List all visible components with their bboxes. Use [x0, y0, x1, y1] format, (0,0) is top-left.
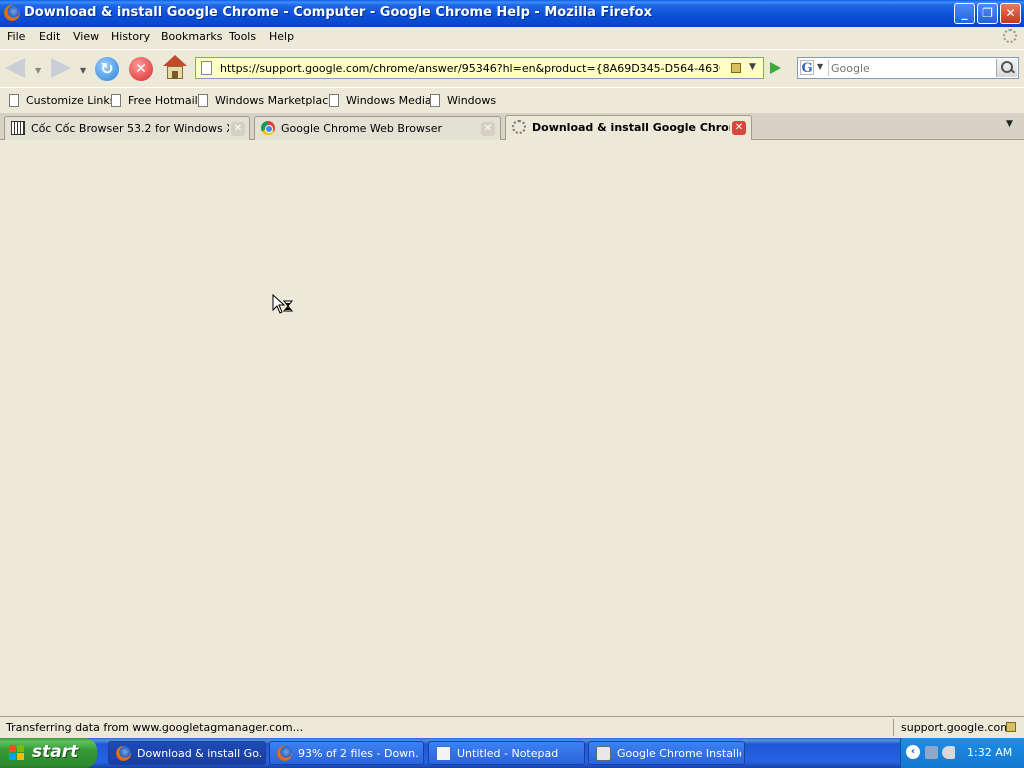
page-icon	[198, 94, 208, 107]
search-input[interactable]	[828, 60, 997, 76]
menu-edit[interactable]: Edit	[39, 30, 60, 43]
menu-help[interactable]: Help	[269, 30, 294, 43]
volume-icon[interactable]	[942, 746, 955, 759]
forward-arrow-icon[interactable]	[51, 58, 71, 78]
page-icon	[430, 94, 440, 107]
tab-label: Download & install Google Chrom...	[532, 121, 730, 134]
task-label: Google Chrome Installer	[617, 747, 741, 760]
title-bar[interactable]: Download & install Google Chrome - Compu…	[0, 0, 1024, 27]
restore-button[interactable]: ❐	[977, 3, 998, 24]
firefox-icon	[116, 746, 131, 761]
engine-dropdown-icon[interactable]: ▼	[817, 62, 823, 71]
menu-history[interactable]: History	[111, 30, 150, 43]
status-domain: support.google.com	[901, 721, 1011, 734]
go-arrow-icon[interactable]	[770, 62, 781, 74]
bookmark-label: Windows	[447, 94, 497, 107]
stop-icon[interactable]: ✕	[129, 57, 153, 81]
page-icon	[111, 94, 121, 107]
taskbar-button-notepad[interactable]: Untitled - Notepad	[428, 741, 585, 765]
address-bar[interactable]: https://support.google.com/chrome/answer…	[195, 57, 764, 79]
menu-bar: File Edit View History Bookmarks Tools H…	[0, 27, 1024, 48]
bookmarks-toolbar: Customize Links Free Hotmail Windows Mar…	[0, 87, 1024, 114]
tab-label: Google Chrome Web Browser	[281, 122, 442, 135]
menu-file[interactable]: File	[7, 30, 25, 43]
url-history-dropdown-icon[interactable]: ▼	[749, 62, 756, 72]
forward-history-dropdown-icon[interactable]: ▼	[80, 66, 86, 75]
taskbar-button-firefox-download-install[interactable]: Download & install Go...	[108, 741, 266, 765]
menu-tools[interactable]: Tools	[229, 30, 256, 43]
system-tray: ‹ 1:32 AM	[900, 738, 1024, 768]
lock-icon[interactable]	[1006, 722, 1016, 732]
page-content[interactable]	[0, 141, 1024, 716]
search-box[interactable]: G ▼	[797, 57, 1019, 79]
start-button[interactable]: start	[0, 738, 97, 768]
page-icon	[201, 61, 212, 75]
activity-throbber-icon	[1003, 29, 1017, 43]
lock-icon[interactable]	[731, 63, 741, 73]
tab-close-icon[interactable]: ✕	[231, 122, 245, 136]
home-icon[interactable]	[163, 55, 187, 81]
tab-list-dropdown-icon[interactable]: ▼	[1006, 119, 1013, 129]
bookmark-label: Windows Marketplace	[215, 94, 336, 107]
menu-view[interactable]: View	[73, 30, 99, 43]
navigation-toolbar: ▼ ▼ ↻ ✕ https://support.google.com/chrom…	[0, 49, 1024, 87]
task-label: Untitled - Notepad	[457, 747, 559, 760]
status-divider	[893, 719, 894, 736]
page-icon	[329, 94, 339, 107]
grid-icon	[11, 121, 25, 135]
status-bar: Transferring data from www.googletagmana…	[0, 716, 1024, 738]
network-icon[interactable]	[925, 746, 938, 759]
google-engine-icon[interactable]: G	[800, 60, 814, 76]
search-icon[interactable]	[996, 59, 1017, 77]
bookmark-label: Windows Media	[346, 94, 432, 107]
minimize-button[interactable]: _	[954, 3, 975, 24]
clock[interactable]: 1:32 AM	[967, 746, 1012, 759]
tab-label: Cốc Cốc Browser 53.2 for Windows XP...	[31, 122, 229, 135]
tab-download-install-chrome[interactable]: Download & install Google Chrom... ✕	[505, 115, 752, 140]
loading-spinner-icon	[512, 120, 526, 134]
tab-close-icon[interactable]: ✕	[732, 121, 746, 135]
tab-google-chrome-web-browser[interactable]: Google Chrome Web Browser ✕	[254, 116, 501, 140]
task-label: 93% of 2 files - Down...	[298, 747, 418, 760]
taskbar-button-downloads[interactable]: 93% of 2 files - Down...	[269, 741, 424, 765]
tab-coc-coc-browser[interactable]: Cốc Cốc Browser 53.2 for Windows XP... ✕	[4, 116, 250, 140]
taskbar-button-chrome-installer[interactable]: Google Chrome Installer	[588, 741, 745, 765]
firefox-icon	[277, 746, 292, 761]
back-arrow-icon[interactable]	[5, 58, 25, 78]
installer-icon	[596, 746, 611, 761]
tab-strip: Cốc Cốc Browser 53.2 for Windows XP... ✕…	[0, 113, 1024, 140]
notepad-icon	[436, 746, 451, 761]
busy-cursor-icon	[272, 294, 294, 314]
url-text[interactable]: https://support.google.com/chrome/answer…	[220, 62, 720, 75]
windows-logo-icon	[9, 745, 25, 761]
chrome-icon	[261, 121, 275, 135]
firefox-icon	[4, 5, 20, 21]
reload-icon[interactable]: ↻	[95, 57, 119, 81]
bookmark-label: Free Hotmail	[128, 94, 198, 107]
tab-close-icon[interactable]: ✕	[481, 122, 495, 136]
show-hidden-icons-button[interactable]: ‹	[906, 745, 920, 759]
close-window-button[interactable]: ✕	[1000, 3, 1021, 24]
window-title: Download & install Google Chrome - Compu…	[24, 5, 652, 20]
status-text: Transferring data from www.googletagmana…	[6, 721, 304, 734]
taskbar: start Download & install Go... 93% of 2 …	[0, 738, 1024, 768]
back-history-dropdown-icon[interactable]: ▼	[35, 66, 41, 75]
page-icon	[9, 94, 19, 107]
start-label: start	[32, 742, 79, 762]
bookmark-label: Customize Links	[26, 94, 116, 107]
menu-bookmarks[interactable]: Bookmarks	[161, 30, 222, 43]
task-label: Download & install Go...	[137, 747, 261, 760]
